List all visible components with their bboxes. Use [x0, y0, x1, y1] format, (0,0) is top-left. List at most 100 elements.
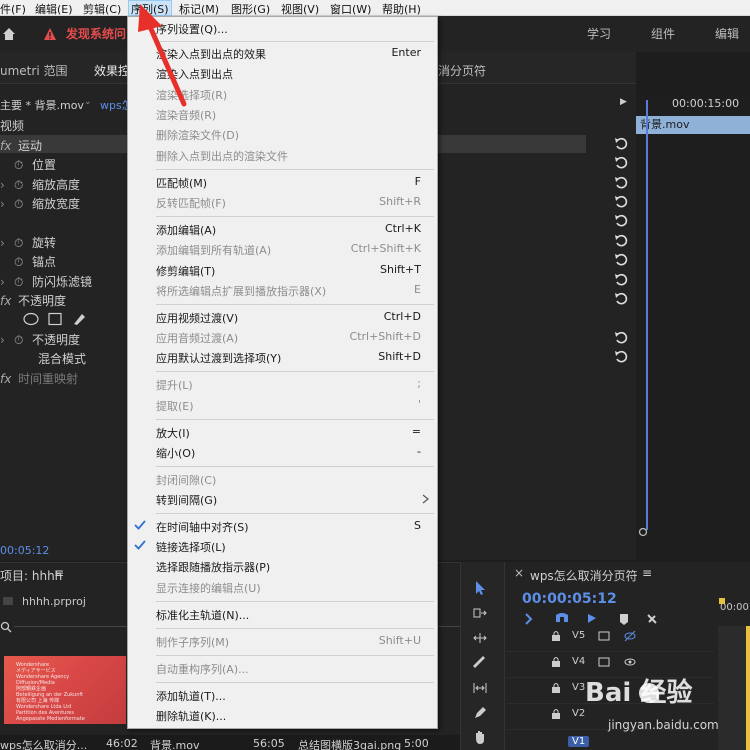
hamburger-menu-icon[interactable]: ≡ — [54, 566, 64, 580]
source-clip-chevron-icon[interactable]: ⌄ — [84, 97, 92, 107]
reset-icon[interactable] — [614, 253, 628, 267]
stopwatch-icon[interactable]: ⏱ — [14, 158, 32, 173]
menu-item-delete-render-files-in-out[interactable]: 删除入点到出点的渲染文件 — [128, 146, 437, 166]
reset-icon[interactable] — [614, 350, 628, 364]
property-time-remap[interactable]: fx 时间重映射 — [0, 370, 78, 387]
eye-hidden-icon[interactable] — [624, 630, 636, 642]
property-scale-width[interactable]: › ⏱ 缩放宽度 — [0, 195, 80, 212]
menu-item-add-edit[interactable]: 添加编辑(A) Ctrl+K — [128, 220, 437, 240]
track-label[interactable]: V5 — [572, 630, 585, 641]
property-anchor-point[interactable]: ⏱ 锚点 — [0, 253, 56, 270]
project-file-name[interactable]: hhhh.prproj — [22, 595, 86, 608]
menu-edit[interactable]: 编辑(E) — [35, 1, 73, 17]
sequence-timecode[interactable]: 00:00:05:12 — [522, 591, 617, 607]
menu-item-extend-edit[interactable]: 将所选编辑点扩展到播放指示器(X) E — [128, 281, 437, 301]
reset-icon[interactable] — [614, 156, 628, 170]
menu-item-make-subsequence[interactable]: 制作子序列(M) Shift+U — [128, 632, 437, 652]
menu-item-selection-follows-playhead[interactable]: 选择跟随播放指示器(P) — [128, 557, 437, 577]
stopwatch-icon[interactable]: ⏱ — [14, 236, 32, 251]
expand-chevron-icon[interactable]: › — [0, 333, 14, 347]
bin-item-name[interactable]: 总结图横版3gai.png — [298, 737, 401, 750]
workspace-tab-editing[interactable]: 编辑 — [715, 25, 739, 42]
menu-view[interactable]: 视图(V) — [281, 1, 319, 17]
reset-icon[interactable] — [614, 331, 628, 345]
project-panel-title[interactable]: 项目: hhhh — [0, 567, 62, 584]
property-position[interactable]: ⏱ 位置 — [0, 156, 56, 173]
track-select-tool-icon[interactable] — [472, 605, 488, 621]
property-opacity-group[interactable]: fx 不透明度 — [0, 292, 66, 309]
scroll-handle-icon[interactable] — [638, 527, 648, 537]
reset-icon[interactable] — [614, 234, 628, 248]
menu-item-snap-in-timeline[interactable]: 在时间轴中对齐(S) S — [128, 517, 437, 537]
mini-timeline-clip[interactable]: 背景.mov — [636, 116, 750, 134]
reset-icon[interactable] — [614, 176, 628, 190]
property-rotation[interactable]: › ⏱ 旋转 — [0, 234, 56, 251]
menu-item-add-tracks[interactable]: 添加轨道(T)... — [128, 686, 437, 706]
menu-item-extract[interactable]: 提取(E) ' — [128, 396, 437, 416]
menu-item-linked-selection[interactable]: 链接选择项(L) — [128, 537, 437, 557]
workspace-tab-assembly[interactable]: 组件 — [651, 25, 675, 42]
menu-window[interactable]: 窗口(W) — [330, 1, 371, 17]
expand-chevron-icon[interactable]: › — [0, 178, 14, 192]
play-icon[interactable]: ▶ — [620, 97, 627, 107]
lock-icon[interactable] — [550, 656, 562, 668]
menu-item-zoom-out[interactable]: 缩小(O) - — [128, 443, 437, 463]
lock-icon[interactable] — [550, 682, 562, 694]
menu-item-apply-audio-transition[interactable]: 应用音频过渡(A) Ctrl+Shift+D — [128, 328, 437, 348]
slip-tool-icon[interactable] — [472, 680, 488, 696]
expand-chevron-icon[interactable]: › — [0, 275, 14, 289]
fx-icon[interactable]: fx — [0, 294, 18, 308]
mini-playhead[interactable] — [646, 100, 648, 530]
track-label[interactable]: V3 — [572, 682, 585, 693]
close-icon[interactable]: × — [514, 566, 524, 580]
tab-lumetri-scopes[interactable]: umetri 范围 — [0, 62, 67, 79]
menu-file[interactable]: 件(F) — [0, 1, 26, 17]
menu-item-show-through-edits[interactable]: 显示连接的编辑点(U) — [128, 578, 437, 598]
system-warning-text[interactable]: 发现系统问 — [66, 25, 126, 42]
clip-thumbnail[interactable]: Wondershare メディアサービス Wondershare Agency … — [4, 656, 126, 724]
menu-help[interactable]: 帮助(H) — [382, 1, 421, 17]
property-anti-flicker[interactable]: › ⏱ 防闪烁滤镜 — [0, 273, 92, 290]
source-clip-label[interactable]: 主要 * 背景.mov — [0, 97, 84, 113]
menu-item-normalize-master-track[interactable]: 标准化主轨道(N)... — [128, 605, 437, 625]
menu-item-match-frame[interactable]: 匹配帧(M) F — [128, 173, 437, 193]
expand-chevron-icon[interactable]: › — [0, 197, 14, 211]
property-opacity[interactable]: › ⏱ 不透明度 — [0, 331, 80, 348]
tab-sequence-name[interactable]: 消分页符 — [438, 62, 486, 79]
menu-item-add-edit-all-tracks[interactable]: 添加编辑到所有轨道(A) Ctrl+Shift+K — [128, 240, 437, 260]
mini-timeline[interactable] — [636, 95, 750, 560]
menu-item-apply-default-transitions[interactable]: 应用默认过渡到选择项(Y) Shift+D — [128, 348, 437, 368]
sequence-title[interactable]: wps怎么取消分页符 — [530, 567, 638, 584]
reset-icon[interactable] — [614, 273, 628, 287]
lock-icon[interactable] — [550, 708, 562, 720]
hamburger-menu-icon[interactable]: ≡ — [642, 566, 652, 580]
menu-item-close-gap[interactable]: 封闭间隙(C) — [128, 470, 437, 490]
menu-item-delete-tracks[interactable]: 删除轨道(K)... — [128, 706, 437, 726]
menu-item-go-to-gap[interactable]: 转到间隔(G) — [128, 490, 437, 510]
reset-icon[interactable] — [614, 195, 628, 209]
stopwatch-icon[interactable]: ⏱ — [14, 197, 32, 212]
stopwatch-icon[interactable]: ⏱ — [14, 275, 32, 290]
expand-chevron-icon[interactable]: › — [0, 236, 14, 250]
film-icon[interactable] — [598, 630, 610, 642]
effect-controls-timecode[interactable]: 00:05:12 — [0, 544, 49, 557]
workspace-tab-learn[interactable]: 学习 — [587, 25, 611, 42]
hand-tool-icon[interactable] — [472, 729, 488, 745]
property-scale-height[interactable]: › ⏱ 缩放高度 — [0, 176, 80, 193]
razor-tool-icon[interactable] — [472, 655, 488, 671]
reset-icon[interactable] — [614, 137, 628, 151]
menu-item-trim-edit[interactable]: 修剪编辑(T) Shift+T — [128, 261, 437, 281]
timeline-track[interactable] — [504, 730, 714, 750]
menu-graphics[interactable]: 图形(G) — [231, 1, 270, 17]
stopwatch-icon[interactable]: ⏱ — [14, 255, 32, 270]
menu-item-reverse-match-frame[interactable]: 反转匹配帧(F) Shift+R — [128, 193, 437, 213]
stopwatch-icon[interactable]: ⏱ — [14, 333, 32, 348]
reset-icon[interactable] — [614, 292, 628, 306]
fx-icon[interactable]: fx — [0, 139, 18, 153]
search-icon[interactable] — [0, 621, 12, 633]
stopwatch-icon[interactable]: ⏱ — [14, 178, 32, 193]
track-label[interactable]: V4 — [572, 656, 585, 667]
pen-tool-icon[interactable] — [472, 705, 488, 721]
menu-item-delete-render-files[interactable]: 删除渲染文件(D) — [128, 125, 437, 145]
menu-item-apply-video-transition[interactable]: 应用视频过渡(V) Ctrl+D — [128, 308, 437, 328]
